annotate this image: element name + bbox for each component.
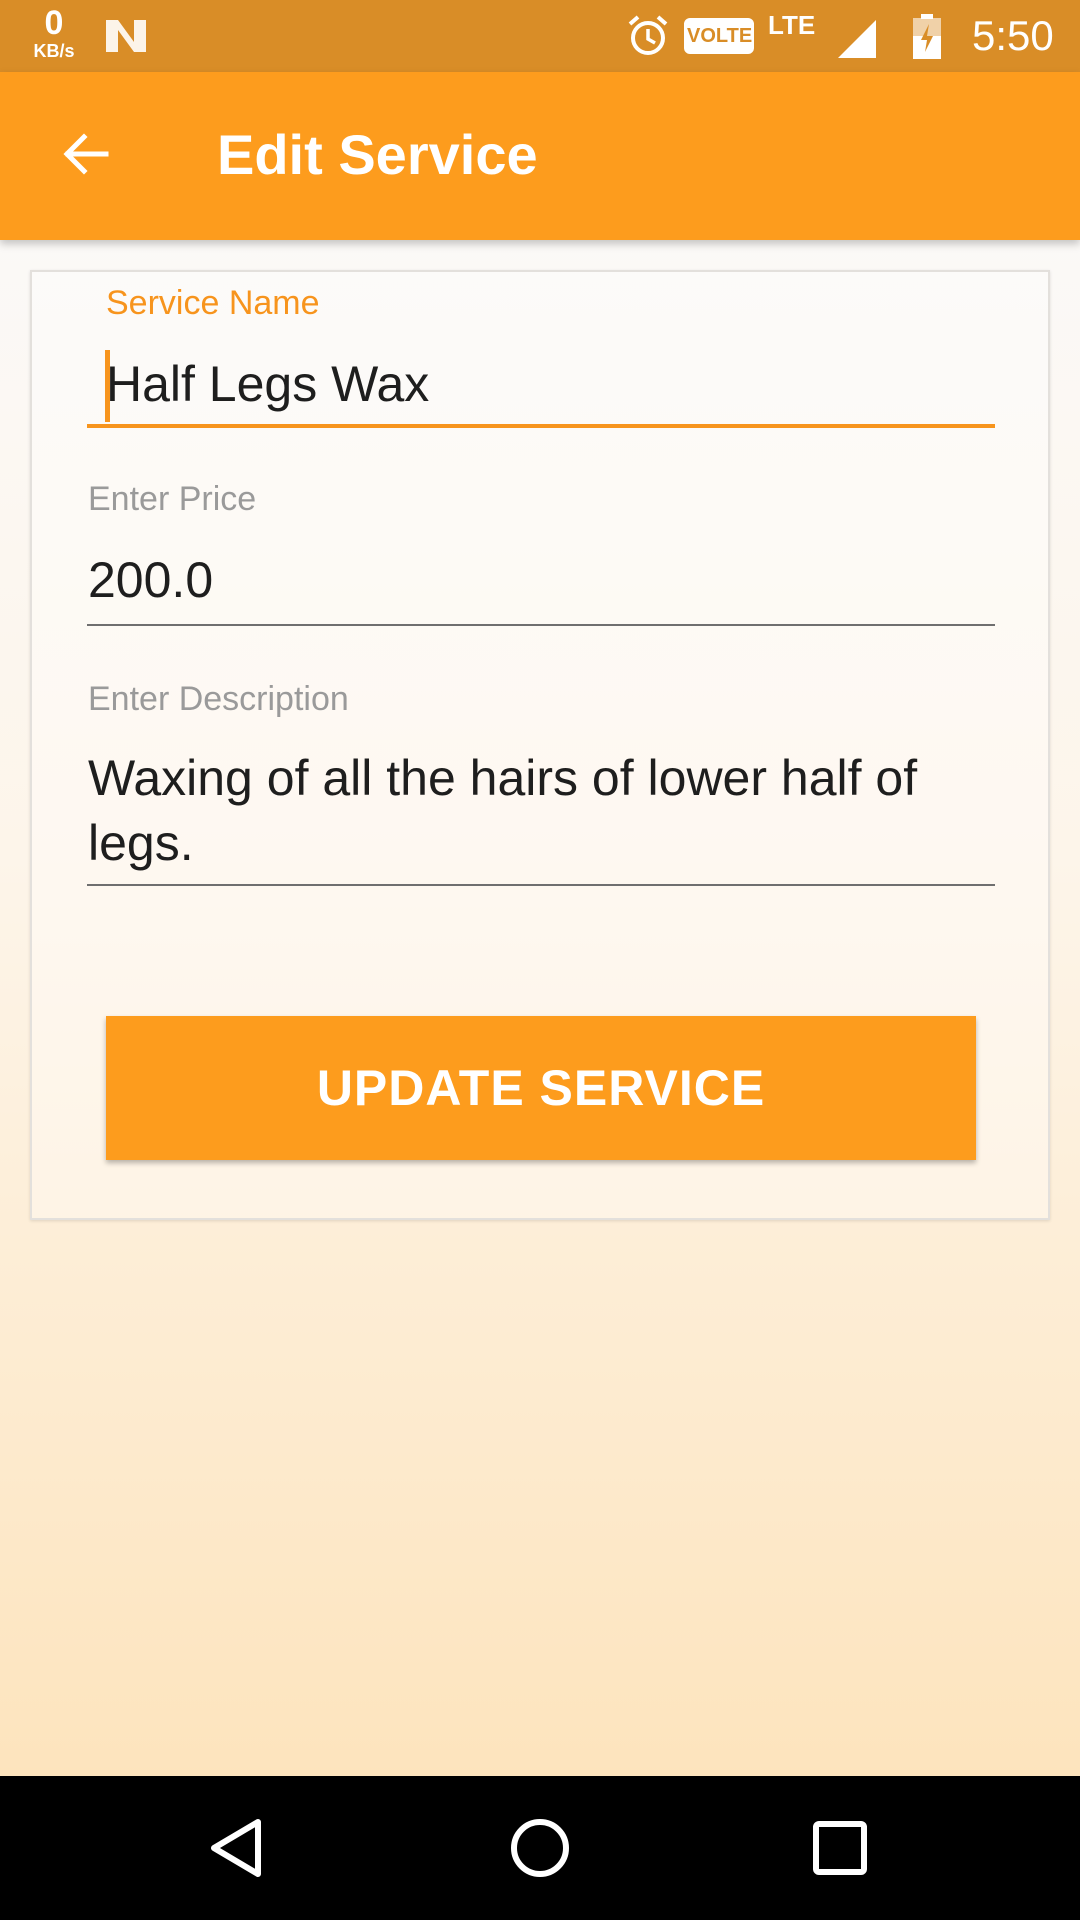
clock: 5:50 xyxy=(972,12,1054,59)
status-bar: 0 KB/s VOLTE LTE 5:50 xyxy=(0,0,1080,72)
price-label: Enter Price xyxy=(88,480,257,518)
navigation-bar xyxy=(0,1776,1080,1920)
price-underline xyxy=(87,624,995,626)
recents-square-icon[interactable] xyxy=(800,1808,880,1888)
update-service-button[interactable]: UPDATE SERVICE xyxy=(106,1016,976,1160)
description-underline xyxy=(87,884,995,886)
service-name-underline xyxy=(87,424,995,428)
description-input[interactable]: Waxing of all the hairs of lower half of… xyxy=(88,746,988,876)
network-speed: 0 KB/s xyxy=(26,6,82,60)
battery-icon xyxy=(913,14,941,59)
description-label: Enter Description xyxy=(88,680,349,718)
service-name-label: Service Name xyxy=(106,284,320,322)
volte-badge: VOLTE xyxy=(684,18,754,54)
page-title: Edit Service xyxy=(217,123,538,186)
alarm-icon xyxy=(628,15,668,55)
network-type: LTE xyxy=(768,10,816,40)
network-speed-unit: KB/s xyxy=(33,41,75,61)
edit-service-card: Service Name Half Legs Wax Enter Price 2… xyxy=(30,270,1050,1220)
content-area: Service Name Half Legs Wax Enter Price 2… xyxy=(0,240,1080,1776)
home-circle-icon[interactable] xyxy=(500,1808,580,1888)
signal-icon xyxy=(838,20,876,58)
arrow-back-icon xyxy=(63,133,109,175)
app-bar: Edit Service xyxy=(0,72,1080,240)
back-triangle-icon[interactable] xyxy=(200,1808,280,1888)
network-speed-value: 0 xyxy=(44,4,64,42)
price-input[interactable]: 200.0 xyxy=(88,548,213,613)
n-icon xyxy=(106,20,146,52)
back-button[interactable] xyxy=(40,108,132,200)
service-name-input[interactable]: Half Legs Wax xyxy=(106,352,429,417)
